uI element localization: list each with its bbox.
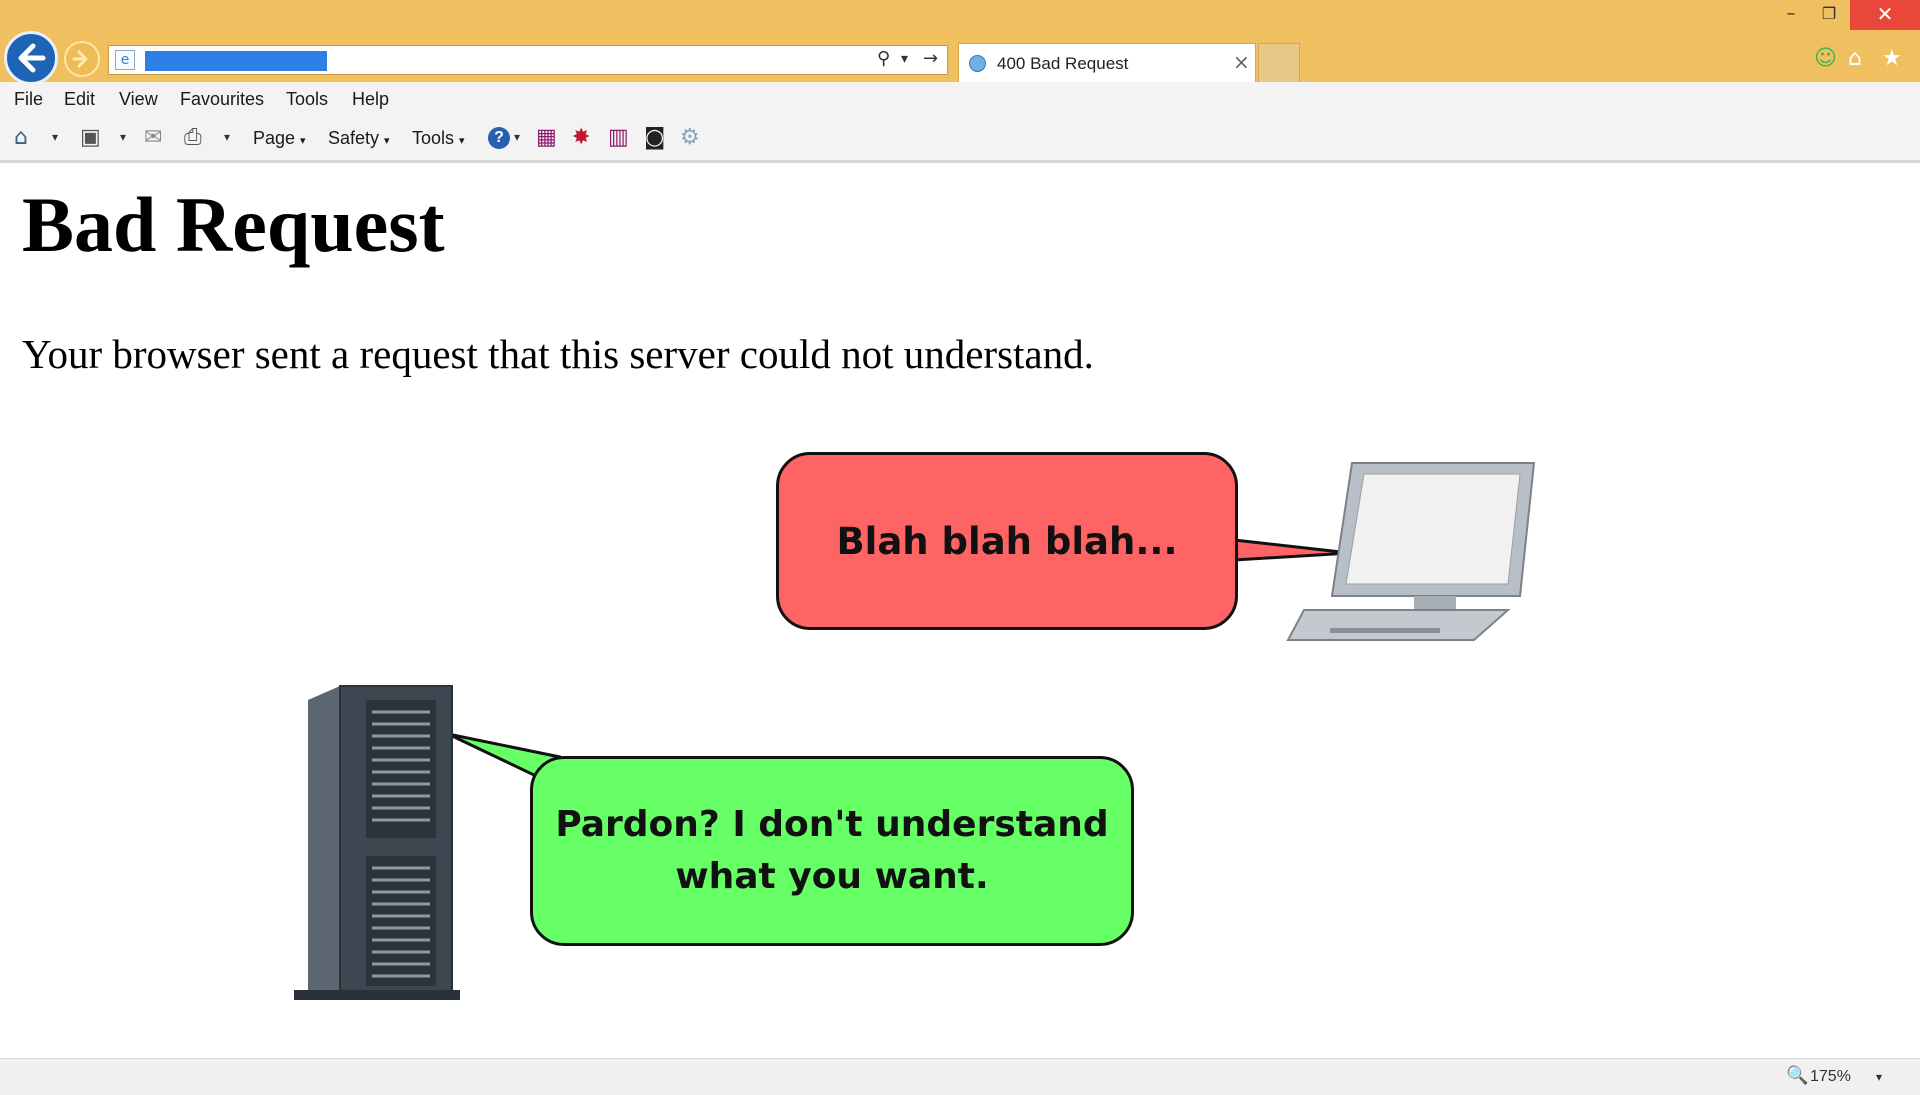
address-bar[interactable]: e ⚲ ▾ → [108, 45, 948, 75]
help-dropdown-icon[interactable]: ▾ [514, 130, 520, 144]
addon-icon-3[interactable]: ▥ [608, 125, 629, 150]
help-icon[interactable]: ? [488, 127, 510, 149]
favorites-star-icon[interactable]: ★ [1882, 46, 1902, 71]
server-speech-bubble: Pardon? I don't understand what you want… [530, 756, 1134, 946]
addon-icon-2[interactable]: ✸ [572, 125, 590, 150]
minimize-button[interactable]: – [1774, 0, 1808, 30]
restore-button[interactable]: ❐ [1812, 0, 1846, 30]
back-button[interactable] [4, 31, 58, 85]
home-icon[interactable]: ⌂ [14, 125, 28, 150]
safety-menu-label: Safety [328, 128, 380, 148]
menu-view[interactable]: View [119, 89, 158, 110]
page-menu-button[interactable]: Page ▾ [253, 128, 306, 149]
zoom-icon[interactable]: 🔍 [1786, 1065, 1808, 1086]
command-bar: ⌂ ▾ ▣ ▾ ✉ ⎙ ▾ Page ▾ Safety ▾ Tools ▾ ? ▾ ▦… [0, 118, 1920, 163]
addon-icon-1[interactable]: ▦ [536, 125, 557, 150]
feeds-icon[interactable]: ▣ [80, 125, 101, 150]
zoom-dropdown-icon[interactable]: ▾ [1876, 1070, 1882, 1084]
client-speech-bubble: Blah blah blah... [776, 452, 1238, 630]
new-tab-button[interactable] [1258, 43, 1300, 82]
client-speech-tail [1232, 538, 1352, 562]
smiley-feedback-icon[interactable]: ☺ [1814, 46, 1837, 71]
error-message: Your browser sent a request that this se… [22, 331, 1094, 377]
menu-favourites[interactable]: Favourites [180, 89, 264, 110]
menu-edit[interactable]: Edit [64, 89, 95, 110]
page-menu-label: Page [253, 128, 296, 148]
server-tower-icon [294, 685, 460, 1000]
menu-tools[interactable]: Tools [286, 89, 328, 110]
status-bar: 🔍 175% ▾ [0, 1058, 1920, 1095]
print-icon[interactable]: ⎙ [184, 125, 202, 150]
search-icon[interactable]: ⚲ [877, 48, 890, 69]
address-url-selection[interactable] [145, 51, 327, 71]
server-speech-text: Pardon? I don't understand what you want… [555, 803, 1109, 897]
browser-title-bar: – ❐ ✕ e ⚲ ▾ → 400 Bad Request × ☺ ⌂ ★ [0, 0, 1920, 85]
laptop-icon [1286, 462, 1536, 641]
mail-icon[interactable]: ✉ [144, 125, 162, 150]
ie-page-icon [969, 55, 986, 72]
tab-title: 400 Bad Request [997, 54, 1129, 73]
addon-icon-4[interactable]: ◙ [644, 125, 665, 150]
page-icon: e [115, 50, 135, 70]
tab-400-bad-request[interactable]: 400 Bad Request × [958, 43, 1256, 82]
print-dropdown-icon[interactable]: ▾ [224, 130, 230, 144]
go-arrow-icon[interactable]: → [923, 48, 938, 69]
page-heading: Bad Request [22, 181, 445, 268]
tools-menu-label: Tools [412, 128, 455, 148]
safety-dropdown-icon: ▾ [384, 134, 390, 147]
feeds-dropdown-icon[interactable]: ▾ [120, 130, 126, 144]
address-dropdown-icon[interactable]: ▾ [901, 51, 908, 67]
page-dropdown-icon: ▾ [300, 134, 306, 147]
tools-dropdown-icon: ▾ [459, 134, 465, 147]
safety-menu-button[interactable]: Safety ▾ [328, 128, 390, 149]
forward-button[interactable] [64, 41, 100, 77]
client-speech-text: Blah blah blah... [836, 519, 1178, 563]
back-arrow-icon [18, 43, 46, 73]
tools-menu-button[interactable]: Tools ▾ [412, 128, 465, 149]
forward-arrow-icon [72, 50, 88, 68]
menu-help[interactable]: Help [352, 89, 389, 110]
menu-file[interactable]: File [14, 89, 43, 110]
zoom-level[interactable]: 175% [1810, 1068, 1851, 1086]
close-window-button[interactable]: ✕ [1850, 0, 1920, 30]
tab-close-icon[interactable]: × [1233, 50, 1250, 74]
settings-gear-icon[interactable]: ⚙ [680, 125, 700, 150]
menu-bar: File Edit View Favourites Tools Help [0, 82, 1920, 118]
home-dropdown-icon[interactable]: ▾ [52, 130, 58, 144]
home-icon[interactable]: ⌂ [1848, 46, 1862, 71]
